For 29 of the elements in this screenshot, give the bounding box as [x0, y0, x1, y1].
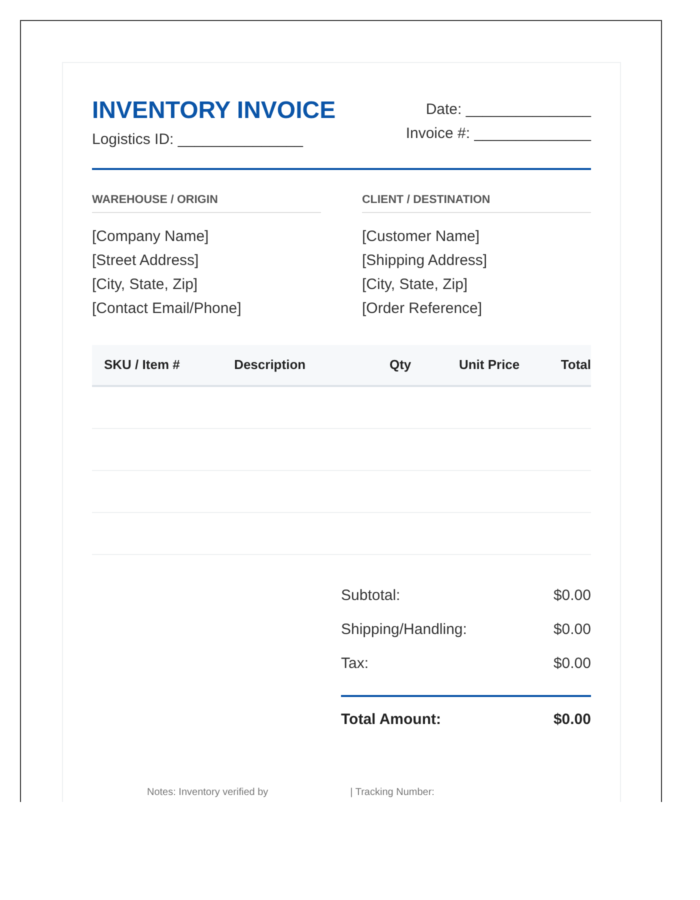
address-line: [Company Name]	[92, 226, 210, 247]
column-header: Qty	[389, 356, 412, 372]
summary-value: $0.00	[553, 620, 591, 640]
logistics-id-field: Logistics ID: _______________	[92, 128, 336, 152]
column-header: SKU / Item #	[104, 356, 180, 372]
date-field: Date: _______________	[406, 98, 591, 122]
summary-value: $0.00	[553, 586, 591, 606]
address-line: [City, State, Zip]	[92, 274, 199, 295]
invoice-title: INVENTORY INVOICE	[92, 98, 336, 124]
column-header: Total	[560, 356, 591, 372]
address-line: [Order Reference]	[362, 298, 484, 319]
summary-label: Shipping/Handling:	[341, 620, 467, 640]
total-value: $0.00	[553, 710, 591, 729]
address-line: [City, State, Zip]	[362, 274, 469, 295]
section-heading: WAREHOUSE / ORIGIN	[92, 192, 321, 213]
footer-note: Notes: Inventory verified by	[147, 786, 268, 800]
summary-label: Tax:	[341, 654, 369, 674]
column-header: Unit Price	[458, 356, 520, 372]
total-label: Total Amount:	[341, 710, 441, 729]
summary-value: $0.00	[553, 654, 591, 674]
column-header: Description	[234, 356, 306, 372]
address-line: [Contact Email/Phone]	[92, 298, 242, 319]
summary-label: Subtotal:	[341, 586, 400, 606]
address-line: [Shipping Address]	[362, 250, 488, 271]
invoice-number-field: Invoice #: ______________	[406, 122, 591, 146]
address-line: [Street Address]	[92, 250, 200, 271]
address-line: [Customer Name]	[362, 226, 481, 247]
section-heading: CLIENT / DESTINATION	[362, 192, 591, 213]
footer-note: | Tracking Number:	[350, 786, 434, 800]
